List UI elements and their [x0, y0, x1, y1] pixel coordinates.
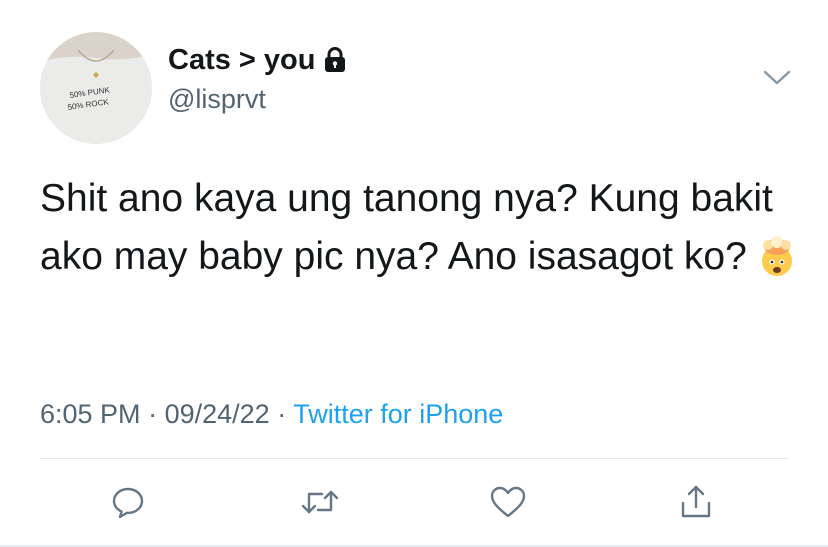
retweet-button[interactable]: [300, 484, 340, 524]
avatar-image: 50% PUNK 50% ROCK: [40, 32, 152, 144]
share-icon: [678, 483, 714, 526]
display-name[interactable]: Cats > you: [168, 42, 347, 78]
tweet-date[interactable]: 09/24/22: [165, 399, 270, 429]
avatar[interactable]: 50% PUNK 50% ROCK: [40, 32, 152, 144]
meta-separator: ·: [277, 399, 287, 429]
tweet-body: Shit ano kaya ung tanong nya? Kung bakit…: [40, 177, 773, 278]
display-name-text: Cats > you: [168, 44, 316, 76]
tweet-actions: [0, 484, 828, 524]
chevron-down-icon[interactable]: [762, 66, 792, 90]
tweet-source-link[interactable]: Twitter for iPhone: [293, 399, 503, 429]
tweet-text: Shit ano kaya ung tanong nya? Kung bakit…: [40, 170, 800, 296]
lock-icon: [323, 47, 347, 73]
share-button[interactable]: [676, 484, 716, 524]
tweet-meta: 6:05 PM · 09/24/22 · Twitter for iPhone: [40, 396, 503, 432]
like-button[interactable]: [488, 484, 528, 524]
retweet-icon: [300, 484, 340, 525]
divider: [40, 458, 788, 459]
reply-icon: [110, 484, 146, 525]
heart-icon: [489, 484, 527, 525]
meta-separator: ·: [148, 399, 158, 429]
exploding-head-emoji-icon: [755, 235, 799, 296]
user-handle[interactable]: @lisprvt: [168, 82, 266, 116]
tweet-time[interactable]: 6:05 PM: [40, 399, 141, 429]
reply-button[interactable]: [108, 484, 148, 524]
